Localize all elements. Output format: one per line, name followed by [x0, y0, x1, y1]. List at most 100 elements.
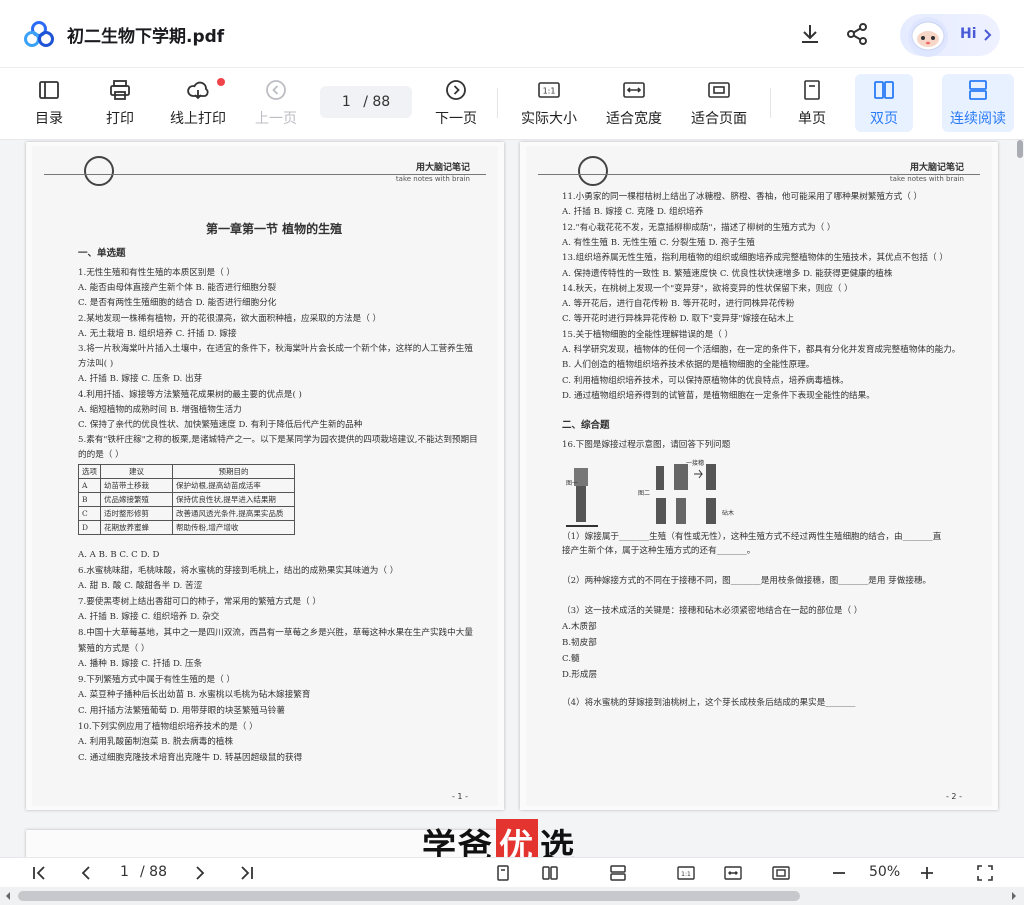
table-cell: 改善通风透光条件,提高果实品质: [172, 506, 295, 521]
pdf-page-1: 用大脑记笔记 take notes with brain 第一章第一节 植物的生…: [26, 142, 504, 810]
actual-size-icon[interactable]: 1:1: [677, 864, 695, 882]
double-page-icon: [874, 81, 894, 99]
page-total: / 88: [363, 94, 391, 110]
text-line: A.木质部: [562, 622, 597, 632]
page-header: 用大脑记笔记 take notes with brain: [526, 146, 992, 186]
figure-label: 砧木: [722, 510, 735, 517]
single-page-icon: [804, 80, 820, 100]
bottom-page-current[interactable]: 1: [120, 864, 129, 880]
document-viewer[interactable]: 用大脑记笔记 take notes with brain 第一章第一节 植物的生…: [0, 140, 1024, 857]
single-page-button[interactable]: 单页: [790, 74, 834, 132]
text-line: A. 扦插 B. 嫁接 C. 压条 D. 出芽: [78, 374, 203, 385]
continuous-label: 连续阅读: [950, 111, 1006, 127]
header-brand: 用大脑记笔记: [415, 163, 470, 173]
printer-icon: [110, 80, 130, 100]
double-page-icon[interactable]: [541, 864, 559, 882]
table-row: B 优品嫁接繁殖 保持优良性状,提早进入结果期: [78, 492, 295, 507]
chevron-left-icon[interactable]: [78, 864, 96, 882]
figure-label: 图一: [566, 480, 579, 487]
text-line: C. 是否有两性生殖细胞的结合 D. 能否进行细胞分化: [78, 298, 277, 309]
fullscreen-icon[interactable]: [976, 864, 994, 882]
print-label: 打印: [106, 111, 134, 127]
share-icon[interactable]: [845, 22, 869, 46]
text-line: C. 用扦插方法繁殖葡萄 D. 用带芽眼的块茎繁殖马铃薯: [78, 706, 285, 716]
continuous-icon[interactable]: [609, 864, 627, 882]
section-heading: 一、单选题: [78, 248, 126, 259]
double-page-button[interactable]: 双页: [855, 74, 913, 132]
zoom-in-icon[interactable]: [918, 864, 936, 882]
fit-page-label: 适合页面: [691, 111, 747, 127]
outline-label: 目录: [35, 111, 63, 127]
text-line: A. 能否由母体直接产生新个体 B. 能否进行细胞分裂: [78, 283, 277, 294]
table-cell: 保护幼根,提高幼苗成活率: [172, 478, 295, 493]
seal-logo-icon: [578, 156, 608, 186]
seal-logo-icon: [84, 156, 114, 186]
assistant-avatar-icon: [908, 17, 948, 57]
prev-page-label: 上一页: [255, 111, 297, 127]
fit-width-label: 适合宽度: [606, 111, 662, 127]
table-row: A 幼苗带土移栽 保护幼根,提高幼苗成活率: [78, 478, 295, 493]
outline-button[interactable]: 目录: [26, 74, 72, 132]
text-line: 6.水蜜桃味甜，毛桃味酸，将水蜜桃的芽接到毛桃上，结出的成熟果实其味道为（ ）: [78, 565, 399, 576]
table-cell: 适时整形修剪: [100, 506, 173, 521]
toolbar-divider: [770, 88, 771, 118]
table-cell: C: [78, 506, 101, 521]
greeting-text: Hi: [960, 26, 977, 42]
fit-page-button[interactable]: 适合页面: [687, 74, 751, 132]
text-line: C. 保持了亲代的优良性状、加快繁殖速度 D. 有利于降低后代产生新的品种: [78, 420, 363, 430]
page-indicator[interactable]: 1 / 88: [320, 86, 412, 118]
text-line: A. 保持遗传特性的一致性 B. 繁殖速度快 C. 优良性状快速增多 D. 能获…: [562, 268, 893, 279]
bottom-bar: 1 / 88 1:1 50%: [0, 857, 1024, 887]
text-line: 繁殖的方式是（ ）: [78, 643, 150, 654]
fit-page-icon: [708, 82, 730, 98]
next-page-icon: [446, 80, 466, 100]
online-print-label: 线上打印: [170, 111, 226, 127]
suggestion-table: 选项 建议 预期目的 A 幼苗带土移栽 保护幼根,提高幼苗成活率 B 优品嫁接繁…: [78, 464, 295, 535]
fit-page-icon[interactable]: [772, 864, 790, 882]
last-page-icon[interactable]: [238, 864, 256, 882]
page-current[interactable]: 1: [342, 94, 351, 110]
horizontal-scrollbar[interactable]: [0, 887, 1024, 905]
text-line: A. 等开花后，进行自花传粉 B. 等开花时，进行同株异花传粉: [562, 299, 795, 310]
continuous-icon: [969, 80, 987, 100]
vertical-scrollbar[interactable]: [1015, 140, 1024, 857]
table-header-row: 选项 建议 预期目的: [78, 464, 295, 479]
zoom-level[interactable]: 50%: [869, 864, 900, 880]
actual-size-button[interactable]: 1:1 实际大小: [517, 74, 581, 132]
table-cell: 选项: [78, 464, 101, 479]
text-line: A. 有性生殖 B. 无性生殖 C. 分裂生殖 D. 孢子生殖: [562, 237, 755, 248]
continuous-reading-button[interactable]: 连续阅读: [942, 74, 1014, 132]
fit-width-icon[interactable]: [724, 864, 742, 882]
assistant-pill[interactable]: Hi: [900, 14, 1000, 57]
text-line: A. A B. B C. C D. D: [78, 550, 160, 560]
chapter-title: 第一章第一节 植物的生殖: [206, 222, 343, 236]
text-line: 3.将一片秋海棠叶片插入土壤中，在适宜的条件下，秋海棠叶片会长成一个新个体，这样…: [78, 344, 473, 354]
prev-page-button[interactable]: 上一页: [252, 74, 300, 132]
scroll-left-icon[interactable]: [4, 891, 12, 901]
text-line: A. 甜 B. 酸 C. 酸甜各半 D. 苦涩: [78, 581, 203, 592]
document-title: 初二生物下学期.pdf: [67, 27, 225, 47]
scroll-right-icon[interactable]: [1010, 891, 1018, 901]
first-page-icon[interactable]: [30, 864, 48, 882]
text-line: C. 等开花时进行异株异花传粉 D. 取下"变异芽"嫁接在砧木上: [562, 314, 795, 325]
print-button[interactable]: 打印: [97, 74, 143, 132]
horizontal-scroll-thumb[interactable]: [18, 891, 800, 901]
section-heading: 二、综合题: [562, 420, 610, 431]
page-number: - 1 -: [452, 792, 468, 801]
text-line: A. 扦插 B. 嫁接 C. 克隆 D. 组织培养: [562, 207, 704, 218]
single-page-icon[interactable]: [494, 864, 512, 882]
zoom-out-icon[interactable]: [830, 864, 848, 882]
download-icon[interactable]: [798, 22, 822, 46]
pdf-page-2: 用大脑记笔记 take notes with brain 11.小勇家的同一棵柑…: [520, 142, 998, 810]
next-page-button[interactable]: 下一页: [432, 74, 480, 132]
text-line: B.韧皮部: [562, 638, 597, 648]
toolbar: 目录 打印 线上打印 上一页 1 / 88 下一页 1:1 实际大小 适合宽度 …: [0, 68, 1024, 140]
text-line: C.髓: [562, 654, 580, 664]
fit-width-button[interactable]: 适合宽度: [602, 74, 666, 132]
table-cell: 幼苗带土移栽: [100, 478, 173, 493]
text-line: （4）将水蜜桃的芽嫁接到油桃树上，这个芽长成枝条后结成的果实是_______: [562, 698, 856, 708]
table-cell: 帮助传粉,增产增收: [172, 520, 295, 535]
vertical-scroll-thumb[interactable]: [1017, 140, 1023, 158]
chevron-right-icon[interactable]: [190, 864, 208, 882]
table-row: C 适时整形修剪 改善通风透光条件,提高果实品质: [78, 506, 295, 521]
